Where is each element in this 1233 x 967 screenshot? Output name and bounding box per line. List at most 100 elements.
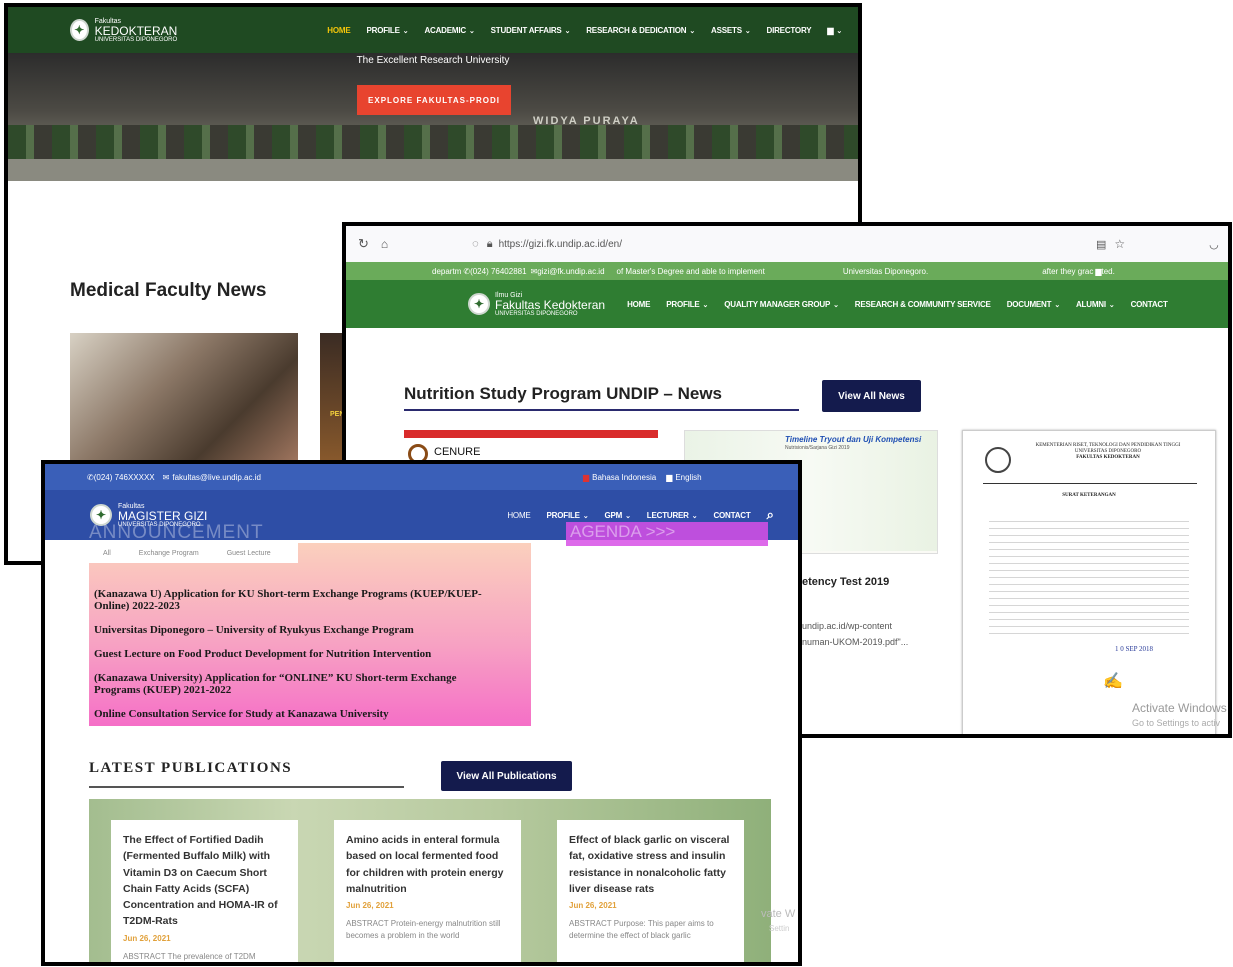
lock-icon[interactable]: 🔒︎: [487, 238, 493, 251]
hero-tagline: The Excellent Research University: [356, 55, 510, 66]
brand-title: KEDOKTERAN: [94, 23, 178, 38]
tab-guest-lecture[interactable]: Guest Lecture: [213, 550, 285, 557]
phone-icon: ✆: [87, 472, 94, 482]
publication-card[interactable]: Amino acids in enteral formula based on …: [334, 820, 521, 962]
activate-windows-watermark: vate W: [761, 908, 796, 920]
letter-rule: [983, 483, 1197, 484]
strip-text: departm: [432, 266, 462, 276]
strip-text: of Master's Degree and able to implement: [616, 266, 765, 276]
view-all-news-button[interactable]: View All News: [822, 380, 921, 412]
search-icon[interactable]: ⌕: [767, 507, 774, 523]
mail-icon: ✉: [162, 472, 170, 482]
publications-heading: LATEST PUBLICATIONS: [89, 760, 293, 776]
shield-icon[interactable]: ◌: [472, 238, 479, 250]
undip-logo-icon[interactable]: ✦: [70, 19, 89, 41]
nav-label: PROFILE: [666, 299, 700, 309]
pocket-icon[interactable]: ◡: [1209, 238, 1219, 251]
info-strip: departm ✆ (024) 76402881 ✉ gizi@fk.undip…: [346, 262, 1228, 280]
nav-label: ASSETS: [711, 25, 742, 35]
strip-text: ted.: [1101, 266, 1115, 276]
nav-gpm[interactable]: GPM ⌄: [605, 511, 631, 520]
nav-home[interactable]: HOME: [627, 300, 650, 309]
chevron-down-icon: ⌄: [744, 27, 751, 35]
nav-label: ALUMNI: [1075, 299, 1106, 309]
letter-title-wrap: SURAT KETERANGAN: [963, 493, 1215, 499]
hero-banner: The Excellent Research University EXPLOR…: [8, 53, 858, 181]
nav-academic[interactable]: ACADEMIC ⌄: [424, 26, 474, 35]
nav-home[interactable]: HOME: [507, 511, 530, 520]
nav-profile[interactable]: PROFILE ⌄: [366, 26, 408, 35]
nav-document[interactable]: DOCUMENT ⌄: [1007, 300, 1060, 309]
brand-subtitle: UNIVERSITAS DIPONEGORO: [94, 36, 178, 43]
publication-title[interactable]: Effect of black garlic on visceral fat, …: [569, 832, 732, 897]
announcement-link[interactable]: Online Consultation Service for Study at…: [94, 708, 389, 721]
agenda-link[interactable]: AGENDA >>>: [566, 522, 768, 546]
nav-label: ACADEMIC: [424, 25, 466, 35]
mg-email[interactable]: fakultas@live.undip.ac.id: [172, 473, 261, 482]
mg-nav: HOME PROFILE ⌄ GPM ⌄ LECTURER ⌄ CONTACT ⌕: [507, 507, 789, 523]
nav-home[interactable]: HOME: [327, 26, 350, 35]
lang-english[interactable]: English: [675, 473, 701, 482]
infographic-title: Timeline Tryout dan Uji Kompetensi: [785, 435, 922, 444]
nav-assets[interactable]: ASSETS ⌄: [711, 25, 751, 35]
announcement-link[interactable]: (Kanazawa University) Application for “O…: [94, 672, 494, 696]
news-photo[interactable]: [70, 333, 298, 465]
tab-all[interactable]: All: [89, 550, 125, 557]
address-bar[interactable]: https://gizi.fk.undip.ac.id/en/: [499, 239, 622, 250]
strip-phone[interactable]: (024) 76402881: [470, 267, 527, 276]
announcement-link[interactable]: (Kanazawa U) Application for KU Short-te…: [94, 588, 514, 612]
brand-title: Fakultas Kedokteran: [495, 297, 606, 312]
strip-email[interactable]: gizi@fk.undip.ac.id: [537, 267, 604, 276]
publication-title[interactable]: Amino acids in enteral formula based on …: [346, 832, 509, 897]
lang-indonesian[interactable]: Bahasa Indonesia: [592, 473, 656, 482]
undip-logo-icon[interactable]: ✦: [468, 293, 490, 315]
heading-underline: [404, 409, 799, 411]
nav-label: STUDENT AFFAIRS: [490, 25, 562, 35]
explore-button[interactable]: EXPLORE FAKULTAS-PRODI: [357, 85, 511, 115]
nav-directory[interactable]: DIRECTORY: [767, 26, 812, 35]
nav-contact[interactable]: CONTACT: [1131, 300, 1168, 309]
publication-card[interactable]: Effect of black garlic on visceral fat, …: [557, 820, 744, 962]
nav-profile[interactable]: PROFILE ⌄: [547, 511, 589, 520]
nav-lecturer[interactable]: LECTURER ⌄: [647, 511, 698, 520]
nav-profile[interactable]: PROFILE ⌄: [666, 300, 708, 309]
infographic-subtitle: Nutrisionis/Sarjana Gizi 2019: [785, 445, 850, 451]
publication-title[interactable]: The Effect of Fortified Dadih (Fermented…: [123, 832, 286, 930]
publication-date: Jun 26, 2021: [569, 901, 617, 911]
bookmark-star-icon[interactable]: ☆: [1114, 237, 1125, 251]
chevron-down-icon: ⌄: [1108, 301, 1115, 309]
letter-card[interactable]: KEMENTERIAN RISET, TEKNOLOGI DAN PENDIDI…: [962, 430, 1216, 734]
mg-phone[interactable]: (024) 746XXXXX: [94, 473, 155, 482]
language-flag-icon[interactable]: ▆ ⌄: [827, 26, 842, 35]
announcement-link[interactable]: Guest Lecture on Food Product Developmen…: [94, 648, 431, 661]
news-heading: Medical Faculty News: [70, 280, 267, 301]
reload-icon[interactable]: ↻: [358, 236, 369, 252]
nav-alumni[interactable]: ALUMNI ⌄: [1076, 300, 1115, 309]
letter-org: FAKULTAS KEDOKTERAN: [1076, 455, 1140, 460]
indonesia-flag-icon: ▆: [582, 472, 590, 482]
mg-topstrip: ✆ (024) 746XXXXX ✉ fakultas@live.undip.a…: [45, 464, 798, 490]
fk-brand[interactable]: Fakultas KEDOKTERAN UNIVERSITAS DIPONEGO…: [95, 18, 178, 43]
nav-research[interactable]: RESEARCH & DEDICATION ⌄: [586, 26, 695, 35]
gizi-brand[interactable]: Ilmu Gizi Fakultas Kedokteran UNIVERSITA…: [495, 292, 605, 317]
publication-card[interactable]: The Effect of Fortified Dadih (Fermented…: [111, 820, 298, 962]
activate-windows-sub: Settin: [769, 924, 790, 933]
announcement-link[interactable]: Universitas Diponegoro – University of R…: [94, 624, 414, 637]
reader-icon[interactable]: ▤: [1096, 238, 1106, 251]
chevron-down-icon: ⌄: [702, 301, 709, 309]
mail-icon: ✉: [530, 266, 538, 276]
nav-student-affairs[interactable]: STUDENT AFFAIRS ⌄: [491, 26, 571, 35]
chevron-down-icon: ⌄: [625, 512, 631, 520]
card-heading[interactable]: etency Test 2019: [802, 576, 889, 588]
tab-exchange-program[interactable]: Exchange Program: [125, 550, 213, 557]
chevron-down-icon: ⌄: [689, 27, 696, 35]
fk-nav: HOME PROFILE ⌄ ACADEMIC ⌄ STUDENT AFFAIRS ⌄…: [327, 26, 858, 35]
building-sign: WIDYA PURAYA: [533, 115, 640, 127]
nav-research[interactable]: RESEARCH & COMMUNITY SERVICE: [855, 300, 991, 309]
nav-quality-manager[interactable]: QUALITY MANAGER GROUP ⌄: [724, 300, 839, 309]
publication-abstract: ABSTRACT The prevalence of T2DM: [123, 951, 256, 961]
view-all-publications-button[interactable]: View All Publications: [441, 761, 572, 791]
nav-contact[interactable]: CONTACT: [713, 511, 750, 520]
publication-date: Jun 26, 2021: [346, 901, 394, 911]
home-icon[interactable]: ⌂: [381, 237, 388, 251]
